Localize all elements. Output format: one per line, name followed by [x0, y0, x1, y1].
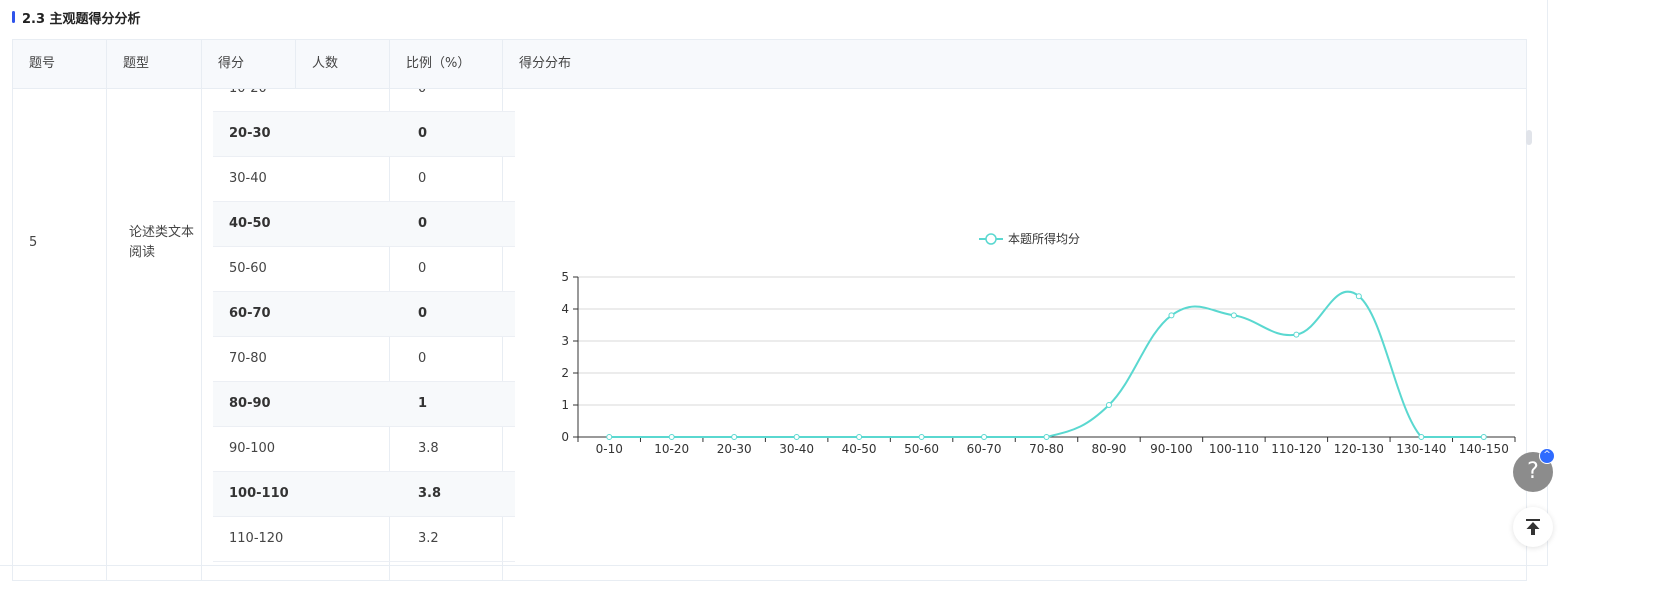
- ratio-cell: 3.2: [418, 531, 439, 546]
- x-tick-label: 100-110: [1209, 442, 1259, 456]
- data-point: [731, 434, 738, 440]
- score-range-cell: 40-50: [229, 216, 271, 231]
- table-row: 60-70 0: [213, 292, 515, 337]
- question-number-cell: 5: [29, 235, 38, 250]
- ratio-cell: 0: [418, 126, 428, 141]
- x-tick-label: 20-30: [717, 442, 752, 456]
- data-point: [918, 434, 925, 440]
- table-row: 10-20 0: [213, 89, 515, 112]
- table-row: 30-40 0: [213, 157, 515, 202]
- series-line: [609, 290, 1484, 438]
- data-point: [1293, 331, 1300, 338]
- score-range-cell: 10-20: [229, 89, 267, 111]
- column-divider: [201, 89, 202, 580]
- table-row: 20-30 0: [213, 112, 515, 157]
- score-range-cell: 30-40: [229, 171, 267, 186]
- data-point: [668, 434, 675, 440]
- header-score: 得分: [202, 40, 296, 88]
- question-type-cell: 论述类文本阅读: [129, 225, 195, 260]
- section-header: 2.3 主观题得分分析: [12, 8, 141, 27]
- data-point: [606, 434, 613, 440]
- score-range-cell: 80-90: [229, 396, 271, 411]
- help-badge: ^: [1539, 448, 1555, 464]
- table-row: 40-50 0: [213, 202, 515, 247]
- score-range-cell: 100-110: [229, 486, 289, 501]
- x-tick-label: 50-60: [904, 442, 939, 456]
- score-range-cell: 50-60: [229, 261, 267, 276]
- data-point: [1105, 402, 1112, 408]
- table-row: 110-120 3.2: [213, 517, 515, 562]
- data-point: [981, 434, 988, 440]
- ratio-cell: 0: [418, 89, 426, 111]
- table-row: 50-60 0: [213, 247, 515, 292]
- x-tick-label: 130-140: [1396, 442, 1446, 456]
- table-row: 100-110 3.8: [213, 472, 515, 517]
- table-row: 80-90 1: [213, 382, 515, 427]
- data-point: [1168, 312, 1175, 319]
- y-tick-label: 4: [561, 302, 569, 316]
- header-question-number: 题号: [13, 40, 107, 88]
- page-border: [0, 565, 1548, 566]
- x-tick-label: 0-10: [596, 442, 623, 456]
- y-tick-label: 5: [561, 270, 569, 284]
- score-range-cell: 20-30: [229, 126, 271, 141]
- x-tick-label: 30-40: [779, 442, 814, 456]
- ratio-cell: 0: [418, 171, 427, 186]
- x-tick-label: 110-120: [1271, 442, 1321, 456]
- header-distribution: 得分分布: [519, 56, 572, 71]
- back-to-top-icon: [1526, 519, 1540, 535]
- ratio-cell: 0: [418, 261, 427, 276]
- data-point: [856, 434, 863, 440]
- x-tick-label: 90-100: [1150, 442, 1193, 456]
- x-tick-label: 70-80: [1029, 442, 1064, 456]
- table-row: 70-80 0: [213, 337, 515, 382]
- y-tick-label: 0: [561, 430, 569, 444]
- x-tick-label: 10-20: [654, 442, 689, 456]
- ratio-cell: 0: [418, 351, 427, 366]
- header-ratio: 比例（%）: [390, 40, 503, 88]
- x-tick-label: 60-70: [967, 442, 1002, 456]
- table-body[interactable]: 5 论述类文本阅读 10-20020-30030-40040-50050-600…: [13, 89, 1526, 580]
- table-row: 90-100 3.8: [213, 427, 515, 472]
- x-tick-label: 80-90: [1092, 442, 1127, 456]
- ratio-cell: 3.8: [418, 486, 442, 501]
- ratio-cell: 0: [418, 306, 428, 321]
- header-count: 人数: [296, 40, 390, 88]
- chart-svg: 0 1 2 3 4 5 0-10 10-20 20-30 30-40 40-50 50-60 60-70…: [561, 231, 1516, 456]
- section-accent-bar: [12, 11, 15, 23]
- table-header: 题号 题型 得分 人数 比例（%） 得分分布: [13, 40, 1526, 89]
- ratio-cell: 1: [418, 396, 428, 411]
- x-tick-label: 120-130: [1334, 442, 1384, 456]
- ratio-cell: 0: [418, 216, 428, 231]
- data-point: [793, 434, 800, 440]
- data-point: [1230, 312, 1237, 319]
- x-tick-label: 140-150: [1459, 442, 1509, 456]
- data-point: [1480, 434, 1487, 440]
- score-rows: 10-20020-30030-40040-50050-60060-70070-8…: [213, 89, 515, 562]
- legend-label: 本题所得均分: [1008, 231, 1080, 246]
- back-to-top-button[interactable]: [1513, 507, 1553, 547]
- score-range-cell: 110-120: [229, 531, 284, 546]
- legend-marker: [985, 233, 997, 245]
- x-tick-label: 40-50: [842, 442, 877, 456]
- data-point: [1418, 434, 1425, 440]
- y-tick-label: 1: [561, 398, 569, 412]
- ratio-cell: 3.8: [418, 441, 439, 456]
- y-tick-label: 3: [561, 334, 569, 348]
- header-question-type: 题型: [107, 40, 202, 88]
- scrollbar-thumb[interactable]: [1526, 130, 1532, 145]
- data-point: [1355, 293, 1362, 300]
- score-distribution-chart: 0 1 2 3 4 5 0-10 10-20 20-30 30-40 40-50 50-60 60-70…: [516, 89, 1526, 580]
- y-tick-label: 2: [561, 366, 569, 380]
- score-range-cell: 70-80: [229, 351, 267, 366]
- score-range-cell: 90-100: [229, 441, 276, 456]
- data-point: [1043, 434, 1050, 440]
- section-title: 2.3 主观题得分分析: [22, 11, 141, 27]
- column-divider: [106, 89, 107, 580]
- score-analysis-table: 题号 题型 得分 人数 比例（%） 得分分布 5 论述类文本阅读 10-2002…: [12, 39, 1527, 581]
- score-range-cell: 60-70: [229, 306, 271, 321]
